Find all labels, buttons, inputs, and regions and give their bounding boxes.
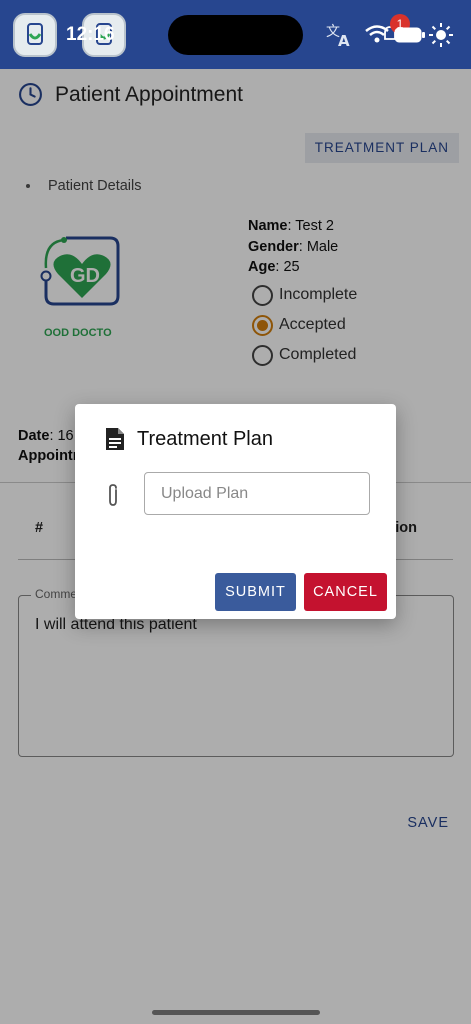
status-bar: 12:16 文 A 1 [0,0,471,69]
paperclip-icon[interactable] [105,482,121,508]
cancel-button[interactable]: CANCEL [304,573,387,611]
translate-icon: 文 A [326,24,350,48]
camera-notch [168,15,303,55]
svg-text:A: A [338,32,350,48]
dialog-title: Treatment Plan [103,426,273,452]
status-time: 12:16 [66,24,115,45]
battery-icon [394,27,425,43]
home-indicator[interactable] [152,1010,320,1015]
brightness-icon [429,23,453,47]
submit-button[interactable]: SUBMIT [215,573,296,611]
upload-plan-input[interactable] [144,472,370,515]
document-icon [106,428,124,450]
dialog-title-text: Treatment Plan [137,427,273,450]
app-thumb-icon [13,13,57,57]
treatment-plan-dialog: Treatment Plan SUBMIT CANCEL [75,404,396,619]
